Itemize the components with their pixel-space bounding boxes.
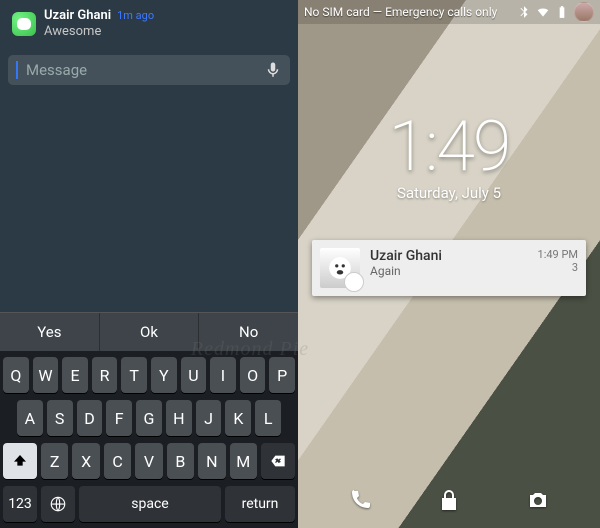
notification-banner[interactable]: Uzair Ghani 1m ago Awesome (0, 0, 298, 49)
status-bar: No SIM card — Emergency calls only (298, 0, 600, 24)
keyboard-row-3: Z X C V B N M (3, 443, 295, 479)
return-key[interactable]: return (225, 486, 295, 522)
ios-lockscreen-reply: Uzair Ghani 1m ago Awesome Message Yes O… (0, 0, 298, 528)
key-c[interactable]: C (104, 443, 131, 479)
keyboard-row-4: 123 space return (3, 486, 295, 522)
numbers-key[interactable]: 123 (3, 486, 37, 522)
key-v[interactable]: V (135, 443, 162, 479)
key-m[interactable]: M (230, 443, 257, 479)
ios-keyboard: Q W E R T Y U I O P A S D F G H J K L Z (0, 351, 298, 528)
clock-date: Saturday, July 5 (298, 184, 600, 202)
mic-icon[interactable] (264, 61, 282, 79)
message-preview: Awesome (44, 24, 154, 40)
key-f[interactable]: F (106, 400, 132, 436)
bluetooth-icon (517, 5, 531, 19)
key-t[interactable]: T (121, 357, 147, 393)
phone-icon[interactable] (348, 488, 372, 512)
key-q[interactable]: Q (3, 357, 29, 393)
camera-icon[interactable] (526, 488, 550, 512)
battery-icon (555, 5, 569, 19)
notification-contact-icon (320, 248, 360, 288)
sender-name: Uzair Ghani (44, 8, 111, 24)
key-d[interactable]: D (77, 400, 103, 436)
key-o[interactable]: O (240, 357, 266, 393)
key-s[interactable]: S (47, 400, 73, 436)
shift-key[interactable] (3, 443, 37, 479)
key-b[interactable]: B (167, 443, 194, 479)
time-ago: 1m ago (117, 9, 154, 23)
lockscreen-clock: 1:49 Saturday, July 5 (298, 106, 600, 202)
key-u[interactable]: U (181, 357, 207, 393)
key-z[interactable]: Z (41, 443, 68, 479)
key-g[interactable]: G (136, 400, 162, 436)
lockscreen-notification[interactable]: Uzair Ghani Again 1:49 PM 3 (312, 240, 586, 296)
globe-icon (49, 495, 67, 513)
notification-count: 3 (538, 261, 578, 274)
text-cursor (16, 61, 18, 79)
clock-time: 1:49 (298, 106, 600, 188)
key-w[interactable]: W (33, 357, 59, 393)
watermark: Redmond Pie (0, 338, 550, 361)
notification-time: 1:49 PM (538, 248, 578, 261)
key-n[interactable]: N (198, 443, 225, 479)
shift-icon (12, 453, 28, 469)
key-k[interactable]: K (225, 400, 251, 436)
space-key[interactable]: space (79, 486, 221, 522)
notification-subtitle: Again (370, 264, 528, 278)
key-j[interactable]: J (196, 400, 222, 436)
key-i[interactable]: I (210, 357, 236, 393)
reply-input[interactable]: Message (8, 55, 290, 85)
key-a[interactable]: A (17, 400, 43, 436)
status-text: No SIM card — Emergency calls only (304, 5, 517, 19)
lockscreen-shortcuts (298, 488, 600, 512)
backspace-icon (268, 453, 288, 469)
backspace-key[interactable] (261, 443, 295, 479)
key-l[interactable]: L (255, 400, 281, 436)
android-lockscreen: No SIM card — Emergency calls only 1:49 … (298, 0, 600, 528)
wifi-icon (536, 5, 550, 19)
notification-title: Uzair Ghani (370, 248, 528, 264)
key-h[interactable]: H (166, 400, 192, 436)
key-x[interactable]: X (72, 443, 99, 479)
user-avatar[interactable] (574, 2, 594, 22)
key-r[interactable]: R (92, 357, 118, 393)
reply-placeholder: Message (26, 61, 256, 79)
lock-icon[interactable] (437, 488, 461, 512)
keyboard-row-1: Q W E R T Y U I O P (3, 357, 295, 393)
face-icon (327, 255, 353, 281)
messages-app-icon (12, 12, 36, 36)
key-p[interactable]: P (269, 357, 295, 393)
keyboard-row-2: A S D F G H J K L (3, 400, 295, 436)
key-y[interactable]: Y (151, 357, 177, 393)
key-e[interactable]: E (62, 357, 88, 393)
globe-key[interactable] (41, 486, 75, 522)
